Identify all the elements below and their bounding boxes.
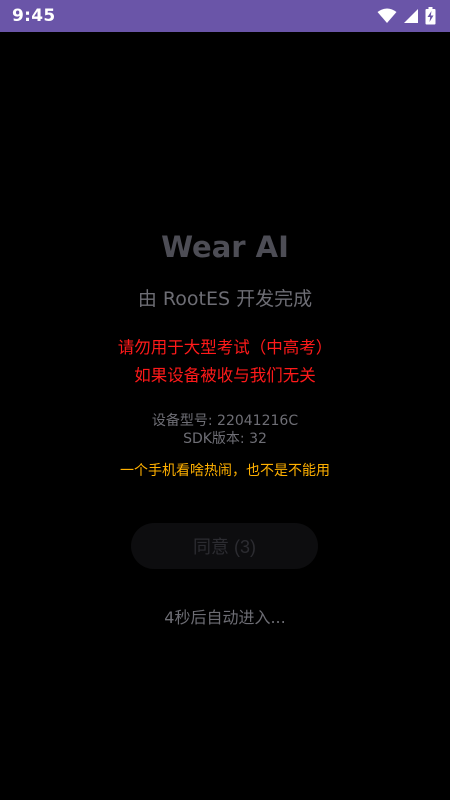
auto-enter-countdown: 4秒后自动进入... (164, 608, 286, 627)
status-icons (377, 6, 436, 26)
splash-screen: Wear AI 由 RootES 开发完成 请勿用于大型考试（中高考） 如果设备… (0, 32, 450, 800)
signal-icon (403, 8, 419, 24)
battery-charging-icon (425, 7, 436, 25)
tagline: 一个手机看啥热闹，也不是不能用 (120, 463, 330, 479)
agree-button[interactable]: 同意 (3) (131, 523, 318, 569)
device-model: 设备型号: 22041216C (151, 413, 299, 429)
exam-warning: 请勿用于大型考试（中高考） (117, 338, 333, 357)
app-subtitle: 由 RootES 开发完成 (137, 288, 313, 310)
status-bar: 9:45 (0, 0, 450, 32)
app-title: Wear AI (161, 230, 289, 264)
wifi-icon (377, 8, 397, 24)
status-time: 9:45 (12, 6, 56, 26)
confiscation-disclaimer: 如果设备被收与我们无关 (134, 366, 316, 385)
sdk-version: SDK版本: 32 (183, 431, 267, 447)
